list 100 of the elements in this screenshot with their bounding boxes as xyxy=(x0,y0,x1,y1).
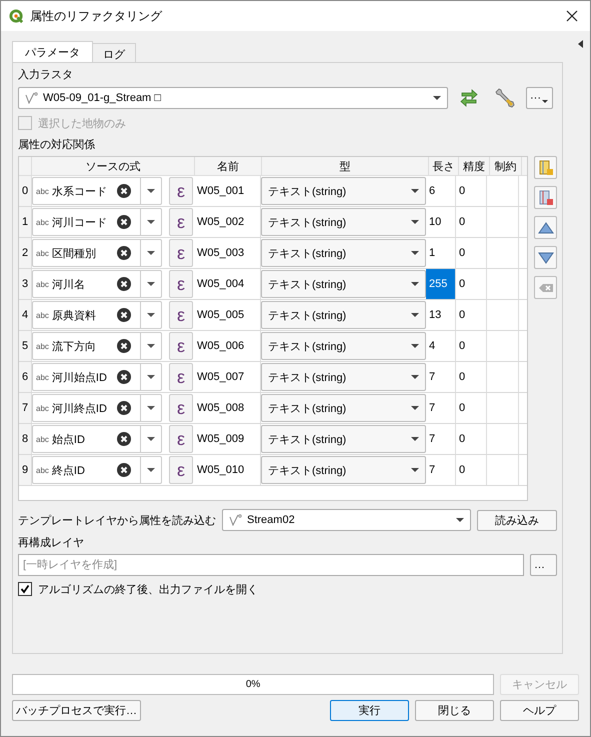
caret-icon xyxy=(147,437,155,441)
field-label: 入力ラスタ xyxy=(18,68,73,83)
type-dropdown[interactable]: テキスト(string) xyxy=(261,301,426,329)
wrench-icon[interactable] xyxy=(493,86,517,110)
row-header[interactable]: 6 xyxy=(19,362,32,392)
source-field-dropdown[interactable]: abc 終点ID xyxy=(32,456,162,484)
table-cell: 4 xyxy=(426,331,456,361)
source-field-dropdown[interactable]: abc 河川始点ID xyxy=(32,363,162,391)
caret-icon xyxy=(147,406,155,410)
source-field-dropdown[interactable]: abc 区間種別 xyxy=(32,239,162,267)
type-dropdown[interactable]: テキスト(string) xyxy=(261,239,426,267)
expression-button[interactable]: ε xyxy=(169,332,193,360)
row-header[interactable]: 3 xyxy=(19,269,32,299)
clear-icon[interactable] xyxy=(117,463,131,477)
column-header[interactable]: 長さ xyxy=(429,157,459,175)
tab[interactable]: ログ xyxy=(92,43,136,62)
clear-icon[interactable] xyxy=(117,339,131,353)
template-layer-dropdown[interactable]: Stream02 xyxy=(222,509,471,531)
column-header[interactable]: 精度 xyxy=(459,157,490,175)
clear-icon[interactable] xyxy=(117,370,131,384)
close-button[interactable]: 閉じる xyxy=(415,700,494,721)
table-cell: 7 xyxy=(426,393,456,423)
table-cell: 7 xyxy=(426,362,456,392)
up-triangle-icon xyxy=(538,220,554,236)
caret-icon xyxy=(147,344,155,348)
browse-button[interactable]: … xyxy=(530,554,557,576)
move-up-button[interactable] xyxy=(534,216,557,239)
row-header[interactable]: 4 xyxy=(19,300,32,330)
caret-icon xyxy=(411,468,419,472)
more-button[interactable]: ··· xyxy=(526,87,553,109)
clear-icon[interactable] xyxy=(117,184,131,198)
clear-icon[interactable] xyxy=(117,401,131,415)
column-header[interactable]: ソースの式 xyxy=(32,157,195,175)
caret-icon xyxy=(411,437,419,441)
source-field-dropdown[interactable]: abc 流下方向 xyxy=(32,332,162,360)
help-button[interactable]: ヘルプ xyxy=(500,700,579,721)
template-label: テンプレートレイヤから属性を読み込む xyxy=(18,514,216,528)
type-dropdown[interactable]: テキスト(string) xyxy=(261,270,426,298)
expression-button[interactable]: ε xyxy=(169,301,193,329)
close-icon[interactable] xyxy=(566,10,578,22)
checkbox[interactable] xyxy=(18,582,32,596)
clear-icon[interactable] xyxy=(117,215,131,229)
type-dropdown[interactable]: テキスト(string) xyxy=(261,425,426,453)
type-dropdown[interactable]: テキスト(string) xyxy=(261,363,426,391)
type-dropdown[interactable]: テキスト(string) xyxy=(261,394,426,422)
move-down-button[interactable] xyxy=(534,246,557,269)
column-header[interactable]: 名前 xyxy=(195,157,262,175)
table-cell: 7 xyxy=(426,455,456,485)
caret-icon xyxy=(147,375,155,379)
collapse-icon[interactable] xyxy=(578,40,584,48)
load-button[interactable]: 読み込み xyxy=(477,510,557,530)
row-header[interactable]: 0 xyxy=(19,176,32,206)
down-triangle-icon xyxy=(538,250,554,266)
type-dropdown[interactable]: テキスト(string) xyxy=(261,456,426,484)
row-header[interactable]: 9 xyxy=(19,455,32,485)
add-field-button[interactable] xyxy=(534,156,557,179)
source-field-dropdown[interactable]: abc 河川コード xyxy=(32,208,162,236)
expression-button[interactable]: ε xyxy=(169,177,193,205)
line-layer-icon xyxy=(229,514,243,526)
source-field-dropdown[interactable]: abc 原典資料 xyxy=(32,301,162,329)
type-dropdown[interactable]: テキスト(string) xyxy=(261,177,426,205)
expression-button[interactable]: ε xyxy=(169,208,193,236)
expression-button[interactable]: ε xyxy=(169,456,193,484)
run-button[interactable]: 実行 xyxy=(330,700,409,721)
row-header[interactable]: 8 xyxy=(19,424,32,454)
source-field-dropdown[interactable]: abc 河川終点ID xyxy=(32,394,162,422)
column-header[interactable]: 型 xyxy=(262,157,429,175)
type-dropdown[interactable]: テキスト(string) xyxy=(261,332,426,360)
clear-icon[interactable] xyxy=(117,308,131,322)
source-field-dropdown[interactable]: abc 水系コード xyxy=(32,177,162,205)
table-cell: 0 xyxy=(456,455,487,485)
delete-field-button[interactable] xyxy=(534,186,557,209)
tab[interactable]: パラメータ xyxy=(12,41,93,62)
batch-process-button[interactable]: バッチプロセスで実行… xyxy=(12,700,141,721)
layer-dropdown[interactable]: W05-09_01-g_Stream □ xyxy=(18,87,448,109)
table-cell: 6 xyxy=(426,176,456,206)
progress-bar: 0% xyxy=(12,674,494,695)
expression-button[interactable]: ε xyxy=(169,425,193,453)
table-cell: 0 xyxy=(456,331,487,361)
column-header[interactable]: 制約 xyxy=(490,157,522,175)
window-title: 属性のリファクタリング xyxy=(30,8,164,24)
expression-button[interactable]: ε xyxy=(169,270,193,298)
clear-icon[interactable] xyxy=(117,277,131,291)
table-cell: 0 xyxy=(456,424,487,454)
output-layer-field[interactable]: [一時レイヤを作成] xyxy=(18,554,524,576)
row-header[interactable]: 5 xyxy=(19,331,32,361)
clear-icon[interactable] xyxy=(117,432,131,446)
type-dropdown[interactable]: テキスト(string) xyxy=(261,208,426,236)
caret-icon xyxy=(411,406,419,410)
caret-icon xyxy=(411,313,419,317)
caret-icon xyxy=(147,189,155,193)
expression-button[interactable]: ε xyxy=(169,239,193,267)
row-header[interactable]: 1 xyxy=(19,207,32,237)
clear-icon[interactable] xyxy=(117,246,131,260)
row-header[interactable]: 7 xyxy=(19,393,32,423)
expression-button[interactable]: ε xyxy=(169,394,193,422)
row-header[interactable]: 2 xyxy=(19,238,32,268)
expression-button[interactable]: ε xyxy=(169,363,193,391)
source-field-dropdown[interactable]: abc 河川名 xyxy=(32,270,162,298)
source-field-dropdown[interactable]: abc 始点ID xyxy=(32,425,162,453)
